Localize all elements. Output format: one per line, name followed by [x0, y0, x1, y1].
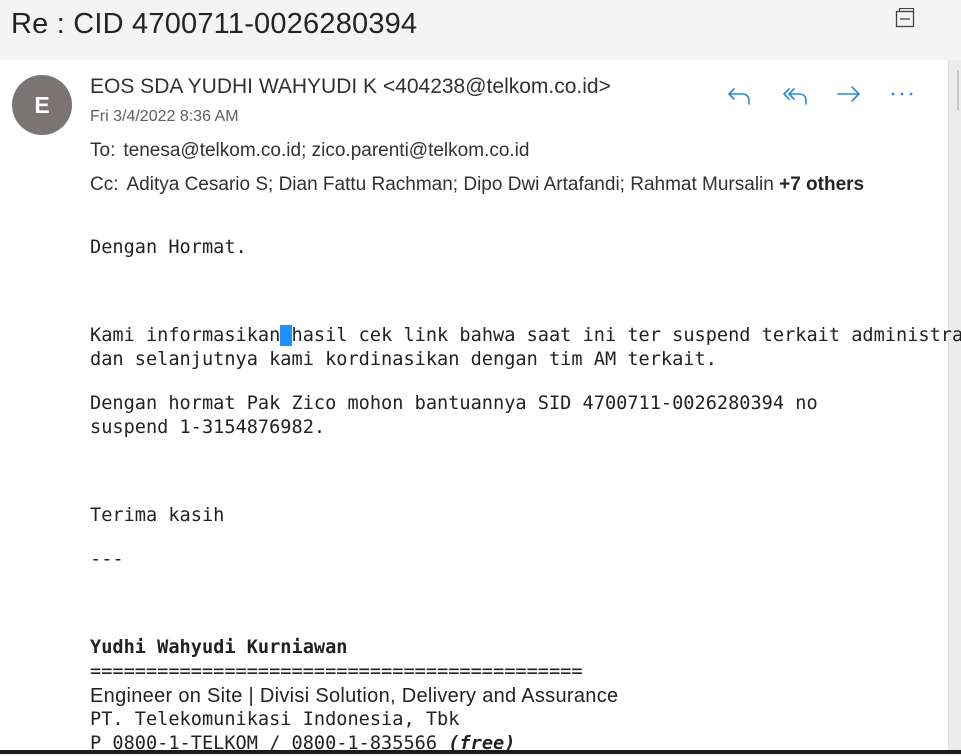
- bottom-border: [0, 750, 961, 754]
- signature-company: PT. Telekomunikasi Indonesia, Tbk: [90, 709, 460, 730]
- avatar[interactable]: E: [12, 75, 72, 135]
- body-paragraph-2-line-2: suspend 1-3154876982.: [90, 417, 326, 438]
- cc-line: Cc: Aditya Cesario S; Dian Fattu Rachman;…: [90, 173, 864, 197]
- to-label: To:: [90, 140, 116, 161]
- signature-name: Yudhi Wahyudi Kurniawan: [90, 637, 348, 658]
- reply-all-icon[interactable]: [780, 80, 810, 108]
- body-p1-end: hasil cek link bahwa saat ini ter suspen…: [291, 325, 961, 346]
- subject-bar: Re : CID 4700711-0026280394: [0, 0, 961, 56]
- email-subject: Re : CID 4700711-0026280394: [11, 8, 418, 40]
- body-paragraph-2: Dengan hormat Pak Zico mohon bantuannya …: [90, 393, 818, 414]
- to-recipients[interactable]: tenesa@telkom.co.id; zico.parenti@telkom…: [123, 140, 529, 161]
- avatar-initial: E: [34, 91, 50, 118]
- reply-icon[interactable]: [726, 80, 756, 108]
- forward-icon[interactable]: [834, 80, 864, 108]
- body-greeting: Dengan Hormat.: [90, 237, 247, 258]
- signature-title: Engineer on Site | Divisi Solution, Deli…: [90, 685, 619, 707]
- body-paragraph-1-line-2: dan selanjutnya kami kordinasikan dengan…: [90, 349, 717, 370]
- sender-name[interactable]: EOS SDA YUDHI WAHYUDI K <404238@telkom.c…: [90, 74, 611, 100]
- sent-date: Fri 3/4/2022 8:36 AM: [90, 108, 239, 125]
- cc-label: Cc:: [90, 174, 119, 195]
- open-in-new-window-icon[interactable]: [895, 7, 915, 28]
- body-closing: Terima kasih: [90, 505, 225, 526]
- to-line: To: tenesa@telkom.co.id; zico.parenti@tel…: [90, 139, 529, 163]
- text-cursor-selection: [280, 325, 292, 346]
- cc-more-others-link[interactable]: +7 others: [779, 174, 864, 195]
- signature-rule: ========================================…: [90, 661, 583, 682]
- body-separator: ---: [90, 549, 124, 570]
- body-paragraph-1: Kami informasikan hasil cek link bahwa s…: [90, 324, 961, 348]
- body-p1-start: Kami informasikan: [90, 325, 281, 346]
- reading-pane-scrollbar[interactable]: [948, 60, 961, 754]
- more-icon[interactable]: [888, 80, 918, 108]
- cc-recipients[interactable]: Aditya Cesario S; Dian Fattu Rachman; Di…: [127, 174, 774, 195]
